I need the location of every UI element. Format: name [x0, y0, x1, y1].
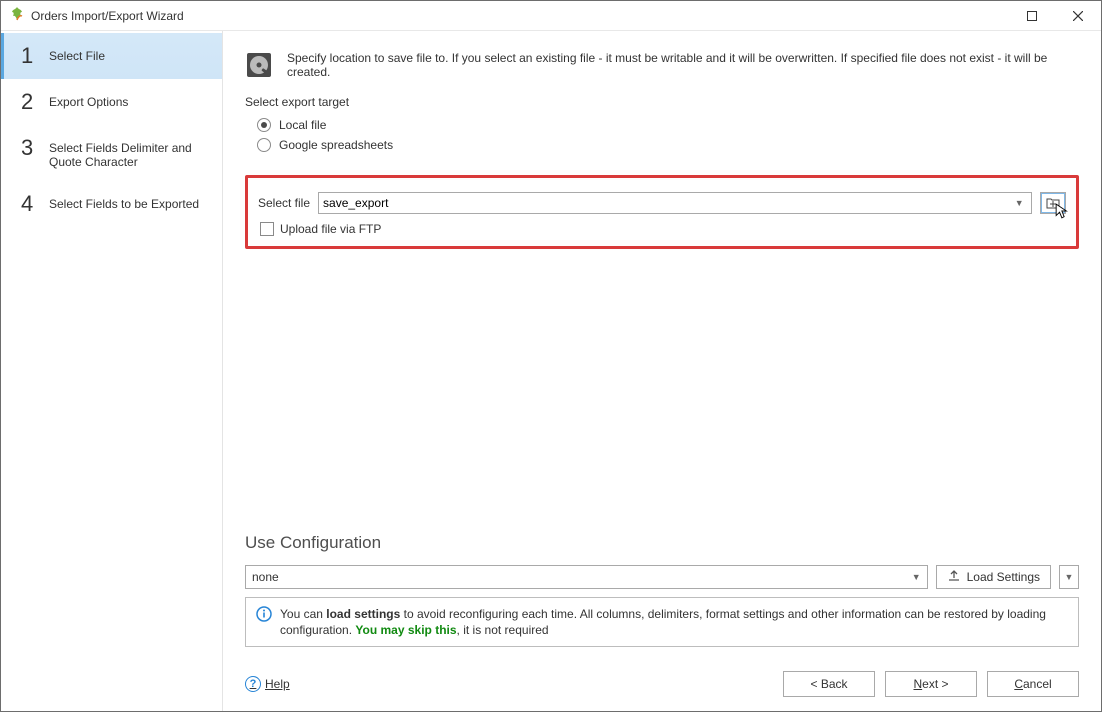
upload-ftp-checkbox-row[interactable]: Upload file via FTP [258, 222, 1066, 236]
step-label: Export Options [49, 91, 128, 109]
info-text-part: You can [280, 607, 326, 621]
next-rest: ext > [922, 677, 948, 691]
radio-icon [257, 138, 271, 152]
disk-icon [245, 51, 273, 79]
configuration-value: none [252, 570, 279, 584]
step-delimiter-quote[interactable]: 3 Select Fields Delimiter and Quote Char… [1, 125, 222, 181]
load-settings-split[interactable]: ▼ [1059, 565, 1079, 589]
next-label: Next > [913, 677, 948, 691]
intro: Specify location to save file to. If you… [245, 51, 1079, 79]
close-button[interactable] [1055, 1, 1101, 30]
maximize-button[interactable] [1009, 1, 1055, 30]
select-file-highlight: Select file ▼ Upload file via FTP [245, 175, 1079, 249]
back-label: < Back [810, 677, 847, 691]
cancel-rest: ancel [1023, 677, 1052, 691]
chevron-down-icon[interactable]: ▼ [912, 572, 921, 582]
cursor-icon [1055, 203, 1071, 219]
step-export-options[interactable]: 2 Export Options [1, 79, 222, 125]
upload-icon [947, 569, 961, 586]
help-label: Help [265, 677, 290, 691]
load-settings-button[interactable]: Load Settings [936, 565, 1051, 589]
info-text-bold: load settings [326, 607, 400, 621]
help-icon: ? [245, 676, 261, 692]
file-path-combo[interactable]: ▼ [318, 192, 1032, 214]
chevron-down-icon[interactable]: ▼ [1011, 198, 1027, 208]
titlebar: Orders Import/Export Wizard [1, 1, 1101, 31]
radio-google-spreadsheets[interactable]: Google spreadsheets [245, 135, 1079, 155]
configuration-select[interactable]: none ▼ [245, 565, 928, 589]
configuration-info-text: You can load settings to avoid reconfigu… [280, 606, 1068, 638]
info-icon [256, 606, 272, 626]
radio-label: Google spreadsheets [279, 138, 393, 152]
configuration-info: You can load settings to avoid reconfigu… [245, 597, 1079, 647]
cancel-label: Cancel [1014, 677, 1051, 691]
load-settings-label: Load Settings [967, 570, 1040, 584]
back-button[interactable]: < Back [783, 671, 875, 697]
cancel-button[interactable]: Cancel [987, 671, 1079, 697]
select-file-row: Select file ▼ [258, 192, 1066, 214]
info-text-skip: You may skip this [355, 623, 456, 637]
next-underline: N [913, 677, 922, 691]
step-label: Select File [49, 45, 105, 63]
window-buttons [1009, 1, 1101, 30]
checkbox-icon[interactable] [260, 222, 274, 236]
step-number: 2 [21, 91, 35, 113]
cancel-underline: C [1014, 677, 1023, 691]
step-label: Select Fields Delimiter and Quote Charac… [49, 137, 212, 169]
bottom-bar: ? Help < Back Next > Cancel [245, 647, 1079, 697]
browse-button[interactable] [1040, 192, 1066, 214]
file-path-input[interactable] [323, 196, 1011, 210]
wizard-window: Orders Import/Export Wizard 1 Select Fil… [0, 0, 1102, 712]
step-number: 4 [21, 193, 35, 215]
wizard-steps-sidebar: 1 Select File 2 Export Options 3 Select … [1, 31, 223, 711]
select-file-label: Select file [258, 196, 310, 210]
step-select-file[interactable]: 1 Select File [1, 33, 222, 79]
app-icon [9, 6, 25, 25]
export-target-label: Select export target [245, 95, 1079, 109]
use-configuration-title: Use Configuration [245, 533, 1079, 553]
radio-icon [257, 118, 271, 132]
upload-ftp-label: Upload file via FTP [280, 222, 381, 236]
next-button[interactable]: Next > [885, 671, 977, 697]
window-title: Orders Import/Export Wizard [31, 9, 184, 23]
radio-local-file[interactable]: Local file [245, 115, 1079, 135]
step-number: 3 [21, 137, 35, 159]
step-label: Select Fields to be Exported [49, 193, 199, 211]
intro-text: Specify location to save file to. If you… [287, 51, 1079, 79]
body: 1 Select File 2 Export Options 3 Select … [1, 31, 1101, 711]
radio-label: Local file [279, 118, 326, 132]
step-number: 1 [21, 45, 35, 67]
nav-buttons: < Back Next > Cancel [783, 671, 1079, 697]
step-select-fields[interactable]: 4 Select Fields to be Exported [1, 181, 222, 227]
configuration-row: none ▼ Load Settings ▼ [245, 565, 1079, 589]
spacer [245, 249, 1079, 521]
use-configuration-section: Use Configuration none ▼ Load Settings ▼ [245, 521, 1079, 647]
info-text-part: , it is not required [457, 623, 549, 637]
main-panel: Specify location to save file to. If you… [223, 31, 1101, 711]
titlebar-left: Orders Import/Export Wizard [9, 6, 184, 25]
help-link[interactable]: ? Help [245, 676, 290, 692]
